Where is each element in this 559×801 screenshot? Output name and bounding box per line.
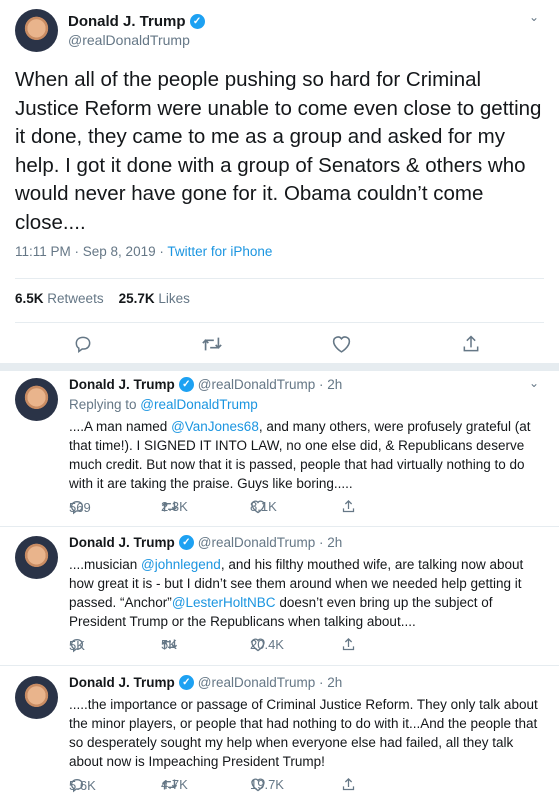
divider: [0, 665, 559, 666]
author-name[interactable]: Donald J. Trump: [69, 535, 175, 550]
mention-link[interactable]: @VanJones68: [171, 419, 259, 434]
share-button[interactable]: [341, 499, 356, 514]
verified-icon: ✓: [178, 535, 194, 550]
divider: [15, 322, 544, 323]
reply-actions: 569 2.3K 8.1K: [69, 499, 369, 517]
mention-link[interactable]: @johnlegend: [141, 557, 221, 572]
reply-icon[interactable]: [73, 334, 93, 359]
reply-text: .....the importance or passage of Crimin…: [69, 697, 538, 769]
verified-icon: ✓: [178, 675, 194, 690]
section-divider: [0, 363, 559, 371]
reply-actions: 5K 5K 20.4K: [69, 637, 369, 655]
main-tweet: Donald J. Trump ✓ @realDonaldTrump ⌄ Whe…: [0, 0, 559, 363]
author-name[interactable]: Donald J. Trump: [69, 377, 175, 392]
author-name[interactable]: Donald J. Trump ✓: [68, 13, 205, 30]
avatar[interactable]: [15, 536, 58, 579]
tweet-source-link[interactable]: Twitter for iPhone: [167, 244, 272, 259]
avatar[interactable]: [15, 378, 58, 421]
share-icon[interactable]: [461, 334, 481, 359]
replying-to: Replying to @realDonaldTrump: [69, 397, 258, 412]
like-button[interactable]: 20.4K: [250, 637, 284, 652]
tweet-text: When all of the people pushing so hard f…: [15, 68, 542, 234]
reply-button[interactable]: 5K: [69, 637, 85, 653]
retweet-button[interactable]: 5K: [161, 637, 178, 652]
retweet-button[interactable]: 4.7K: [161, 777, 188, 792]
likes-stat[interactable]: 25.7K Likes: [119, 291, 190, 306]
share-icon: [342, 777, 355, 791]
author-handle[interactable]: @realDonaldTrump: [68, 32, 190, 48]
author-handle[interactable]: @realDonaldTrump · 2h: [198, 535, 343, 550]
reply-button[interactable]: 5.6K: [69, 777, 96, 793]
retweet-button[interactable]: 2.3K: [161, 499, 188, 514]
heart-icon[interactable]: [331, 334, 352, 359]
author-handle[interactable]: @realDonaldTrump · 2h: [198, 377, 343, 392]
like-button[interactable]: 8.1K: [250, 499, 277, 514]
author-name[interactable]: Donald J. Trump: [69, 675, 175, 690]
like-button[interactable]: 19.7K: [250, 777, 284, 792]
tweet-actions: [0, 330, 559, 358]
verified-icon: ✓: [189, 14, 205, 29]
retweets-stat[interactable]: 6.5K Retweets: [15, 291, 104, 306]
divider: [0, 526, 559, 527]
reply-tweet[interactable]: Donald J. Trump ✓ @realDonaldTrump · 2h …: [0, 371, 559, 524]
replying-to-link[interactable]: @realDonaldTrump: [140, 397, 258, 412]
reply-tweet[interactable]: Donald J. Trump ✓ @realDonaldTrump · 2h …: [0, 669, 559, 801]
share-button[interactable]: [341, 637, 356, 652]
tweet-stats: 6.5K Retweets 25.7K Likes: [15, 291, 190, 306]
author-handle[interactable]: @realDonaldTrump · 2h: [198, 675, 343, 690]
divider: [15, 278, 544, 279]
reply-text: ....A man named @VanJones68, and many ot…: [69, 419, 531, 491]
avatar[interactable]: [15, 676, 58, 719]
reply-header: Donald J. Trump ✓ @realDonaldTrump · 2h: [69, 377, 342, 392]
chevron-down-icon[interactable]: ⌄: [529, 10, 539, 24]
reply-text: ....musician @johnlegend, and his filthy…: [69, 557, 524, 629]
reply-header: Donald J. Trump ✓ @realDonaldTrump · 2h: [69, 675, 342, 690]
reply-actions: 5.6K 4.7K 19.7K: [69, 777, 369, 795]
reply-header: Donald J. Trump ✓ @realDonaldTrump · 2h: [69, 535, 342, 550]
chevron-down-icon[interactable]: ⌄: [529, 376, 539, 390]
reply-tweet[interactable]: Donald J. Trump ✓ @realDonaldTrump · 2h …: [0, 529, 559, 667]
avatar[interactable]: [15, 9, 58, 52]
share-icon: [342, 499, 355, 513]
reply-button[interactable]: 569: [69, 499, 91, 515]
share-icon: [342, 637, 355, 651]
mention-link[interactable]: @LesterHoltNBC: [172, 595, 276, 610]
retweet-icon[interactable]: [201, 334, 223, 359]
share-button[interactable]: [341, 777, 356, 792]
tweet-timestamp: 11:11 PM · Sep 8, 2019 · Twitter for iPh…: [15, 244, 273, 259]
verified-icon: ✓: [178, 377, 194, 392]
